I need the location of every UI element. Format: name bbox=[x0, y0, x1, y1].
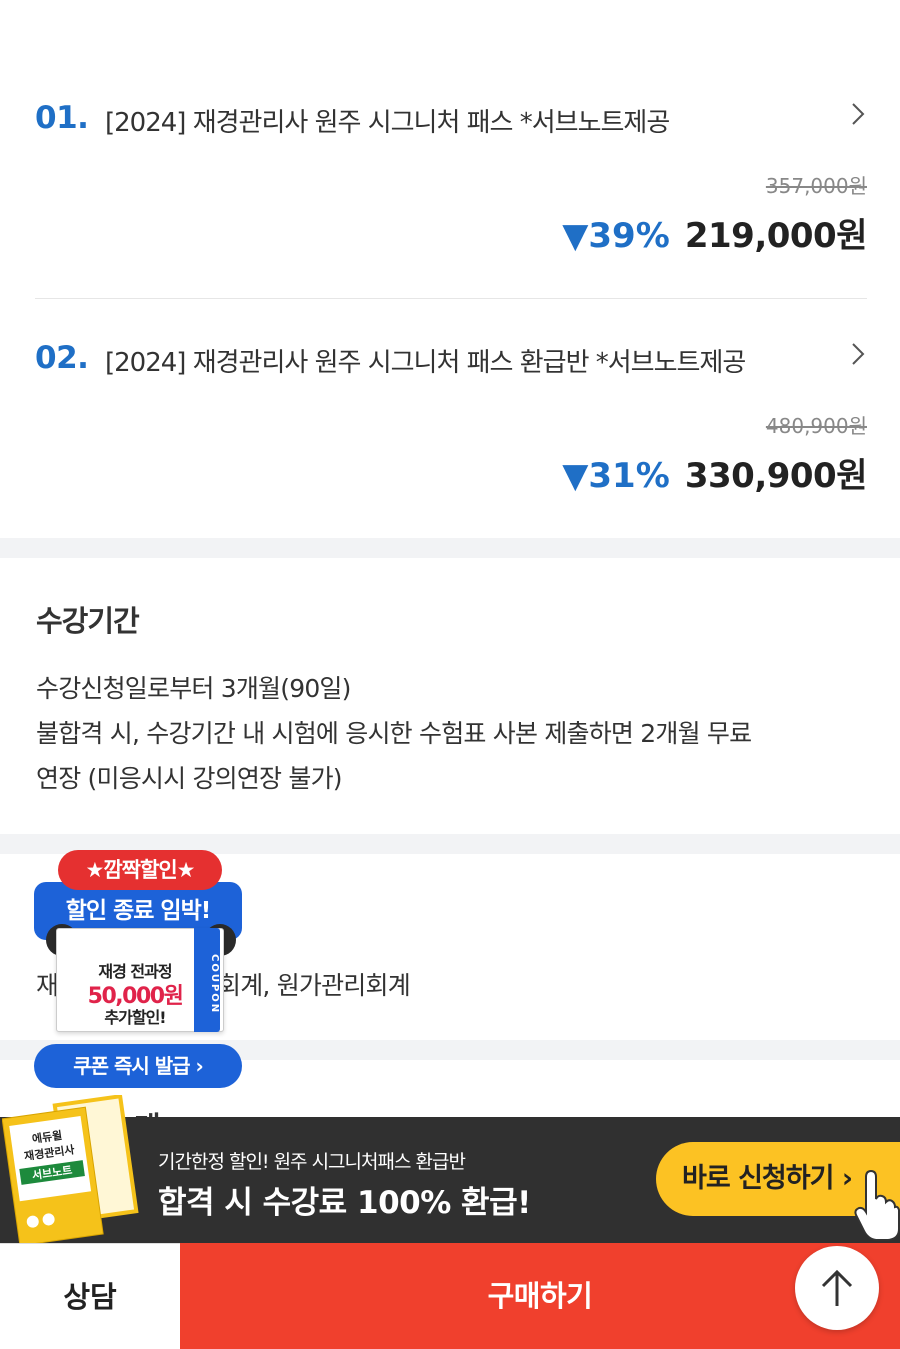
coupon-issue-button[interactable]: 쿠폰 즉시 발급 › bbox=[34, 1044, 242, 1088]
price-row: ▼39% 219,000원 bbox=[562, 208, 867, 257]
coupon-widget[interactable]: 할인 종료 임박! ★깜짝할인★ COUPON 재경 전과정 50,000원 추… bbox=[34, 850, 244, 1090]
product-title[interactable]: [2024] 재경관리사 원주 시그니처 패스 *서브노트제공 bbox=[105, 102, 670, 139]
scroll-top-button[interactable] bbox=[795, 1246, 879, 1330]
promo-subtitle: 기간한정 할인! 원주 시그니처패스 환급반 bbox=[158, 1151, 466, 1173]
divider bbox=[35, 298, 867, 299]
original-price: 357,000원 bbox=[765, 174, 867, 198]
coupon-stub-label: COUPON bbox=[209, 954, 220, 1015]
chevron-right-icon[interactable] bbox=[849, 100, 867, 128]
section-separator bbox=[0, 538, 900, 558]
subjects-text: 회계, 원가관리회계 bbox=[218, 971, 411, 1000]
hand-pointer-icon bbox=[854, 1169, 900, 1241]
promo-headline: 합격 시 수강료 100% 환급! bbox=[158, 1185, 531, 1221]
book-cover-icon: 에듀윌 재경관리사 서브노트 bbox=[2, 1095, 139, 1245]
original-price: 480,900원 bbox=[765, 414, 867, 438]
chevron-right-icon[interactable] bbox=[849, 340, 867, 368]
sale-price: 330,900원 bbox=[684, 456, 868, 496]
sale-price: 219,000원 bbox=[684, 216, 868, 256]
product-number: 01. bbox=[35, 100, 89, 136]
product-item-1[interactable]: 01. [2024] 재경관리사 원주 시그니처 패스 *서브노트제공 357,… bbox=[35, 100, 868, 260]
period-line-3: 연장 (미응시시 강의연장 불가) bbox=[36, 764, 343, 793]
promo-banner[interactable]: 에듀윌 재경관리사 서브노트 기간한정 할인! 원주 시그니처패스 환급반 합격… bbox=[0, 1095, 900, 1245]
product-number: 02. bbox=[35, 340, 89, 376]
period-line-2: 불합격 시, 수강기간 내 시험에 응시한 수험표 사본 제출하면 2개월 무료 bbox=[36, 719, 752, 748]
arrow-up-icon bbox=[821, 1269, 853, 1306]
price-row: ▼31% 330,900원 bbox=[562, 448, 867, 497]
period-line-1: 수강신청일로부터 3개월(90일) bbox=[36, 674, 351, 703]
period-heading: 수강기간 bbox=[36, 604, 140, 638]
buy-button[interactable]: 구매하기 bbox=[180, 1243, 900, 1349]
consult-button[interactable]: 상담 bbox=[0, 1243, 180, 1349]
coupon-badge: ★깜짝할인★ bbox=[58, 850, 222, 890]
product-title[interactable]: [2024] 재경관리사 원주 시그니처 패스 환급반 *서브노트제공 bbox=[105, 342, 746, 379]
bottom-action-bar: 상담 구매하기 bbox=[0, 1243, 900, 1349]
discount-rate: ▼39% bbox=[562, 216, 670, 256]
coupon-line-3: 추가할인! bbox=[104, 1008, 166, 1027]
discount-rate: ▼31% bbox=[562, 456, 670, 496]
product-item-2[interactable]: 02. [2024] 재경관리사 원주 시그니처 패스 환급반 *서브노트제공 … bbox=[35, 340, 868, 500]
